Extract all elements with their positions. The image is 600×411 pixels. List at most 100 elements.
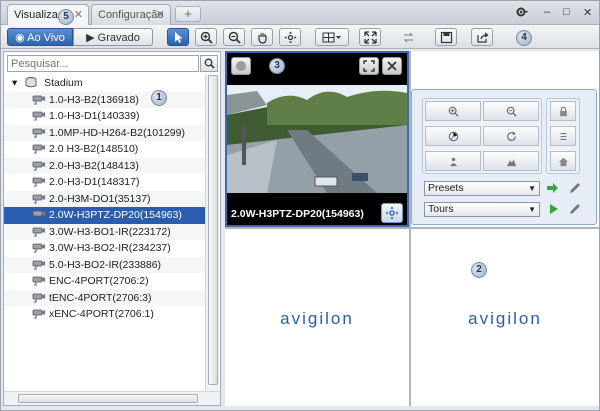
tree-root-site[interactable]: ▾ Stadium	[4, 75, 205, 92]
ptz-home-button[interactable]	[550, 151, 576, 171]
ptz-refresh-button[interactable]	[483, 126, 539, 146]
ptz-tool-button[interactable]	[279, 28, 301, 46]
camera-item-label: 2.0-H3-D1(148317)	[49, 176, 140, 188]
gear-icon[interactable]	[515, 6, 529, 21]
camera-tree-item[interactable]: 2.0-H3-D1(148317)	[4, 174, 205, 191]
scroll-thumb[interactable]	[208, 75, 218, 385]
recorded-label: Gravado	[97, 32, 140, 44]
zoom-out-icon	[228, 31, 241, 44]
camera-tree-item[interactable]: 5.0-H3-BO2-IR(233886)	[4, 256, 205, 273]
camera-tree-item[interactable]: 1.0-H3-B2(136918)	[4, 91, 205, 108]
presets-label: Presets	[428, 182, 464, 194]
search-button[interactable]	[200, 55, 218, 72]
recorded-button[interactable]: ▶ Gravado	[73, 28, 153, 46]
scroll-thumb[interactable]	[18, 394, 198, 403]
minimize-icon[interactable]: –	[544, 6, 550, 18]
camera-tree-item[interactable]: 2.0-H3-B2(148413)	[4, 157, 205, 174]
camera-tree-item[interactable]: 1.0MP-HD-H264-B2(101299)	[4, 124, 205, 141]
layout-button[interactable]	[315, 28, 349, 46]
camera-icon	[32, 128, 45, 137]
add-tab-button[interactable]: +	[175, 6, 201, 22]
camera-icon	[32, 177, 45, 187]
app-window: Visualizaç ✕ Configuração ✕ + – □ ✕ ◉ Ao…	[0, 0, 600, 411]
camera-tree-item[interactable]: tENC-4PORT(2706:3)	[4, 289, 205, 306]
search-input[interactable]	[8, 56, 198, 71]
camera-icon	[32, 111, 45, 121]
zoom-out-icon	[506, 106, 517, 117]
camera-tree-item[interactable]: 2.0 H3-B2(148510)	[4, 141, 205, 158]
ptz-zoom-out-button[interactable]	[483, 101, 539, 121]
maximize-icon[interactable]: □	[563, 6, 570, 18]
collapse-icon[interactable]: ▾	[12, 77, 17, 89]
pan-button[interactable]	[251, 28, 273, 46]
tab-view-label: Visualizaç	[14, 9, 64, 21]
live-label: Ao Vivo	[27, 32, 65, 44]
ptz-aux-group	[546, 98, 580, 174]
presets-dropdown[interactable]: Presets ▼	[424, 181, 540, 196]
video-tile-empty[interactable]: avigilon	[411, 229, 599, 406]
ptz-icon	[284, 31, 296, 43]
callout-badge: 2	[471, 262, 487, 278]
edit-presets-button[interactable]	[568, 181, 582, 198]
play-icon: ▶	[86, 32, 95, 44]
hand-icon	[257, 32, 267, 44]
camera-tree-item[interactable]: xENC-4PORT(2706:1)	[4, 306, 205, 323]
tab-setup[interactable]: Configuração ✕	[91, 4, 171, 25]
swap-button[interactable]	[397, 28, 419, 46]
tree-horizontal-scrollbar[interactable]	[4, 391, 220, 405]
go-preset-button[interactable]	[546, 181, 560, 198]
zoom-in-button[interactable]	[195, 28, 217, 46]
cursor-icon	[174, 31, 182, 43]
live-button[interactable]: ◉ Ao Vivo	[7, 28, 73, 46]
camera-icon	[32, 227, 45, 236]
camera-tree-item[interactable]: 3.0W-H3-BO2-IR(234237)	[4, 240, 205, 257]
ptz-controls-toggle[interactable]	[381, 203, 403, 223]
camera-icon	[32, 276, 45, 286]
play-tour-button[interactable]	[548, 202, 560, 219]
camera-icon	[32, 293, 45, 302]
ptz-focus-near-button[interactable]	[425, 151, 481, 171]
close-icon[interactable]: ✕	[74, 8, 83, 21]
tile-close-button[interactable]	[382, 57, 402, 75]
play-icon	[550, 204, 558, 214]
tree-vertical-scrollbar[interactable]	[205, 75, 219, 393]
callout-badge: 3	[269, 58, 285, 74]
tile-fullscreen-button[interactable]	[359, 57, 379, 75]
close-window-icon[interactable]: ✕	[583, 6, 592, 19]
video-tile-empty[interactable]: avigilon	[225, 229, 409, 406]
tab-view[interactable]: Visualizaç ✕	[7, 4, 89, 26]
edit-tours-button[interactable]	[568, 202, 582, 219]
camera-video-feed	[227, 85, 407, 193]
ptz-lock-button[interactable]	[550, 101, 576, 121]
close-icon[interactable]: ✕	[156, 8, 165, 21]
export-button[interactable]	[471, 28, 493, 46]
ptz-iris-button[interactable]	[425, 126, 481, 146]
camera-tree-item[interactable]: 2.0-H3M-DO1(35137)	[4, 190, 205, 207]
tab-setup-label: Configuração	[98, 9, 164, 21]
camera-tree-item[interactable]: ENC-4PORT(2706:2)	[4, 273, 205, 290]
ptz-zoom-focus-group	[422, 98, 542, 174]
fullscreen-button[interactable]	[359, 28, 381, 46]
camera-tree-item[interactable]: 2.0W-H3PTZ-DP20(154963)	[4, 207, 205, 224]
ptz-zoom-in-button[interactable]	[425, 101, 481, 121]
callout-badge: 5	[58, 9, 74, 25]
pointer-tool-button[interactable]	[167, 28, 189, 46]
search-icon	[204, 58, 215, 69]
lock-icon	[559, 106, 567, 116]
server-icon	[25, 77, 37, 88]
camera-icon	[32, 309, 45, 319]
camera-item-label: 2.0W-H3PTZ-DP20(154963)	[49, 209, 182, 221]
tours-dropdown[interactable]: Tours ▼	[424, 202, 540, 217]
expand-icon	[363, 60, 375, 72]
refresh-icon	[506, 130, 516, 141]
zoom-out-button[interactable]	[223, 28, 245, 46]
iris-icon	[448, 131, 458, 141]
camera-icon	[32, 243, 45, 253]
ptz-focus-far-button[interactable]	[483, 151, 539, 171]
record-button[interactable]	[231, 57, 251, 75]
camera-tree-item[interactable]: 1.0-H3-D1(140339)	[4, 108, 205, 125]
ptz-menu-button[interactable]	[550, 126, 576, 146]
video-tile-active[interactable]: 2.0W-H3PTZ-DP20(154963)	[225, 51, 409, 227]
camera-tree-item[interactable]: 3.0W-H3-BO1-IR(223172)	[4, 223, 205, 240]
save-view-button[interactable]	[435, 28, 457, 46]
